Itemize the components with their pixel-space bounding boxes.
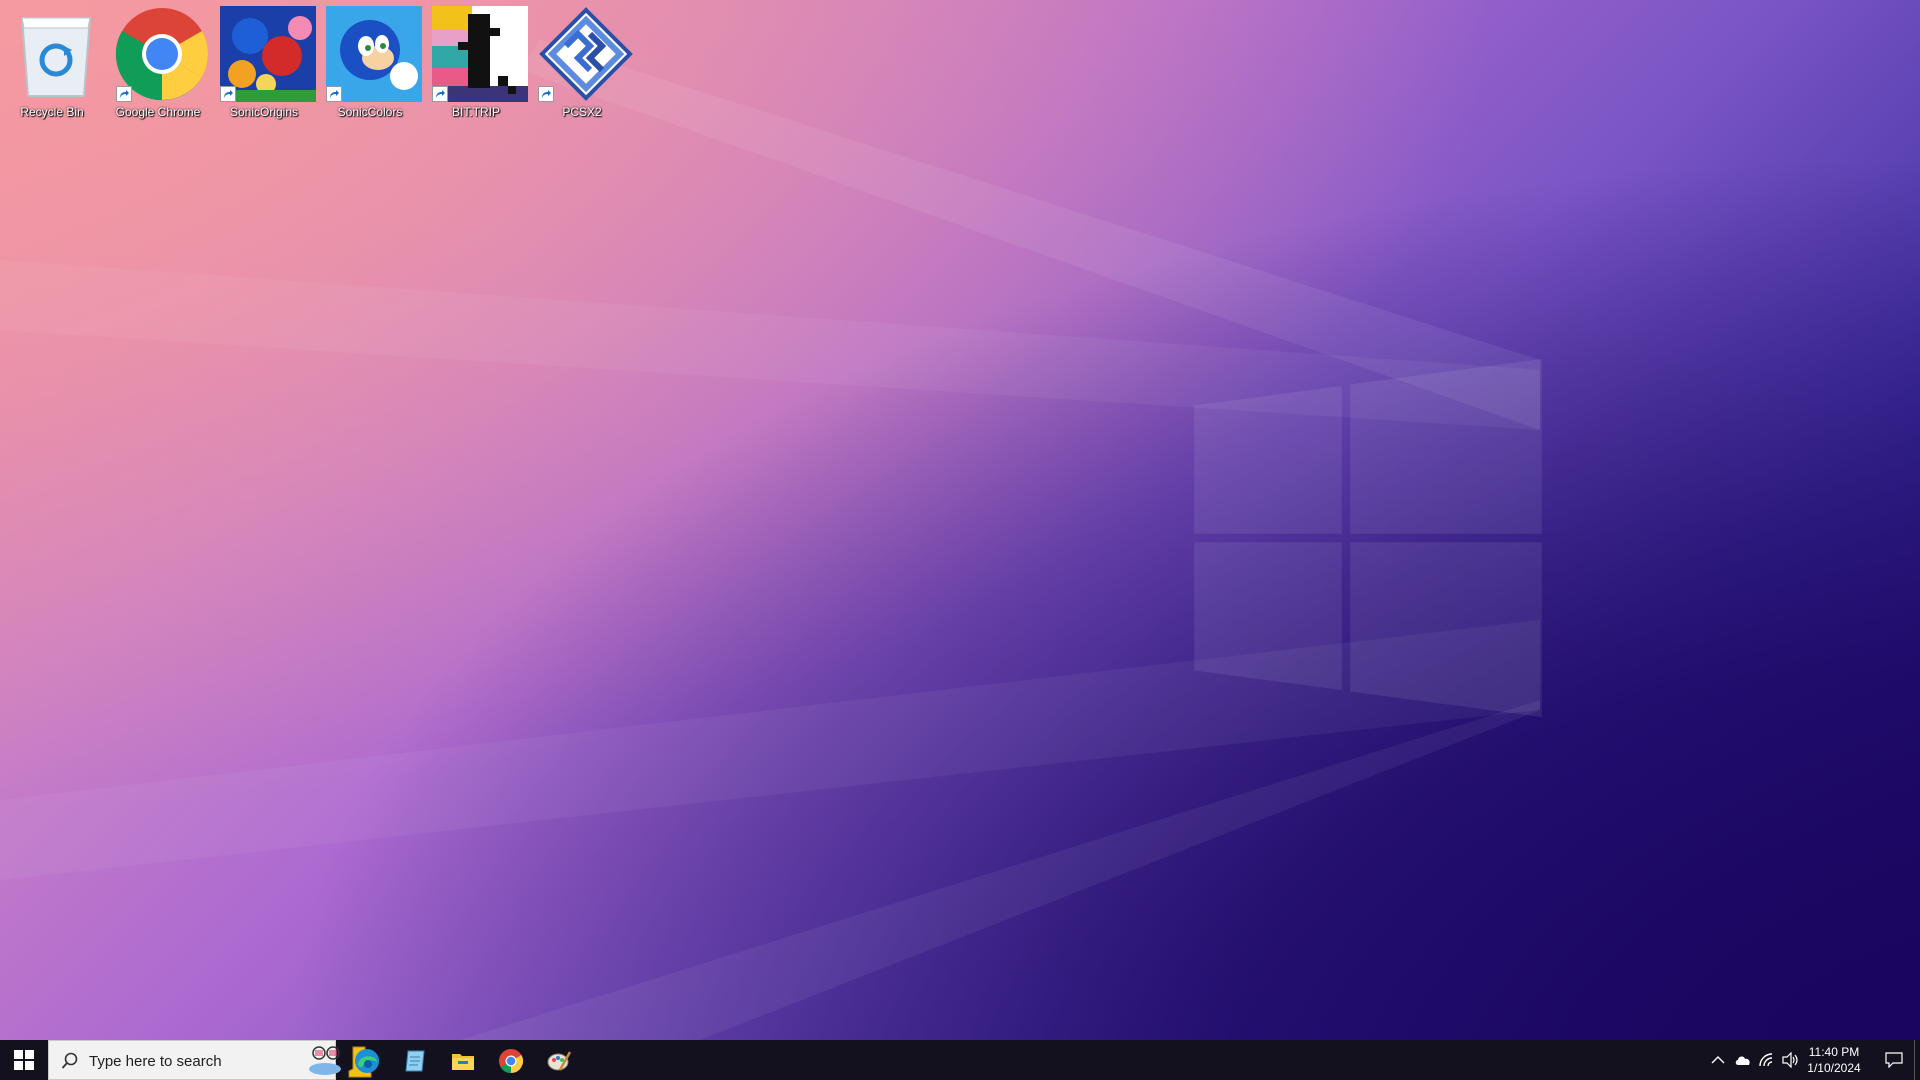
taskbar-notepad[interactable]: [390, 1040, 438, 1080]
windows-start-icon: [14, 1050, 34, 1070]
desktop-wallpaper: [0, 0, 1920, 1040]
desktop-icon-pcsx2[interactable]: PCSX2: [530, 0, 634, 120]
notification-icon: [1885, 1052, 1903, 1068]
taskbar: Type here to search 11:40 PM 1/10/2024: [0, 1040, 1920, 1080]
paint-icon: [547, 1051, 572, 1071]
tray-clock[interactable]: 11:40 PM 1/10/2024: [1798, 1044, 1870, 1076]
desktop-icon-google-chrome[interactable]: Google Chrome: [106, 0, 210, 120]
desktop-icon-label: Google Chrome: [115, 105, 201, 119]
desktop-icon-recycle-bin[interactable]: Recycle Bin: [0, 0, 104, 120]
taskbar-file-explorer[interactable]: [438, 1040, 486, 1080]
desktop-icon-sonic-colors[interactable]: SonicColors: [318, 0, 422, 120]
edge-icon: [355, 1049, 379, 1073]
show-desktop-button[interactable]: [1914, 1040, 1920, 1080]
desktop-icon-bit-trip[interactable]: BIT.TRIP: [424, 0, 528, 120]
taskbar-search-box[interactable]: Type here to search: [48, 1040, 372, 1080]
action-center-button[interactable]: [1874, 1040, 1914, 1080]
tray-network[interactable]: [1756, 1040, 1778, 1080]
pcsx2-icon: [538, 6, 634, 102]
shortcut-arrow-icon: [220, 86, 236, 102]
shortcut-arrow-icon: [116, 86, 132, 102]
clock-time: 11:40 PM: [1808, 1045, 1860, 1059]
taskbar-paint[interactable]: [534, 1040, 582, 1080]
clock-date: 1/10/2024: [1807, 1061, 1861, 1075]
desktop-icon-label: SonicOrigins: [229, 105, 299, 119]
search-icon: [61, 1052, 78, 1069]
start-button[interactable]: [0, 1040, 48, 1080]
file-explorer-icon: [452, 1054, 474, 1070]
recycle-bin-icon: [8, 6, 104, 102]
tray-show-hidden[interactable]: [1708, 1040, 1728, 1080]
desktop-icon-label: Recycle Bin: [20, 105, 84, 119]
shortcut-arrow-icon: [538, 86, 554, 102]
desktop-icon-label: PCSX2: [562, 105, 602, 119]
desktop-icon-label: BIT.TRIP: [451, 105, 500, 119]
search-placeholder: Type here to search: [89, 1053, 222, 1070]
sonic-colors-icon: [326, 6, 422, 102]
bit-trip-icon: [432, 6, 528, 102]
tray-onedrive[interactable]: [1732, 1040, 1754, 1080]
onedrive-cloud-icon: [1735, 1056, 1750, 1065]
wifi-icon: [1759, 1053, 1773, 1067]
desktop-icon-label: SonicColors: [337, 105, 403, 119]
chevron-up-icon: [1711, 1056, 1725, 1064]
taskbar-edge[interactable]: [342, 1040, 390, 1080]
desktop-icon-sonic-origins[interactable]: SonicOrigins: [212, 0, 316, 120]
chrome-icon: [114, 6, 210, 102]
taskbar-chrome[interactable]: [486, 1040, 534, 1080]
notepad-icon: [405, 1050, 425, 1072]
windows-logo-wallpaper: [0, 40, 1542, 1040]
chrome-icon: [499, 1049, 524, 1074]
sonic-origins-icon: [220, 6, 316, 102]
shortcut-arrow-icon: [326, 86, 342, 102]
shortcut-arrow-icon: [432, 86, 448, 102]
